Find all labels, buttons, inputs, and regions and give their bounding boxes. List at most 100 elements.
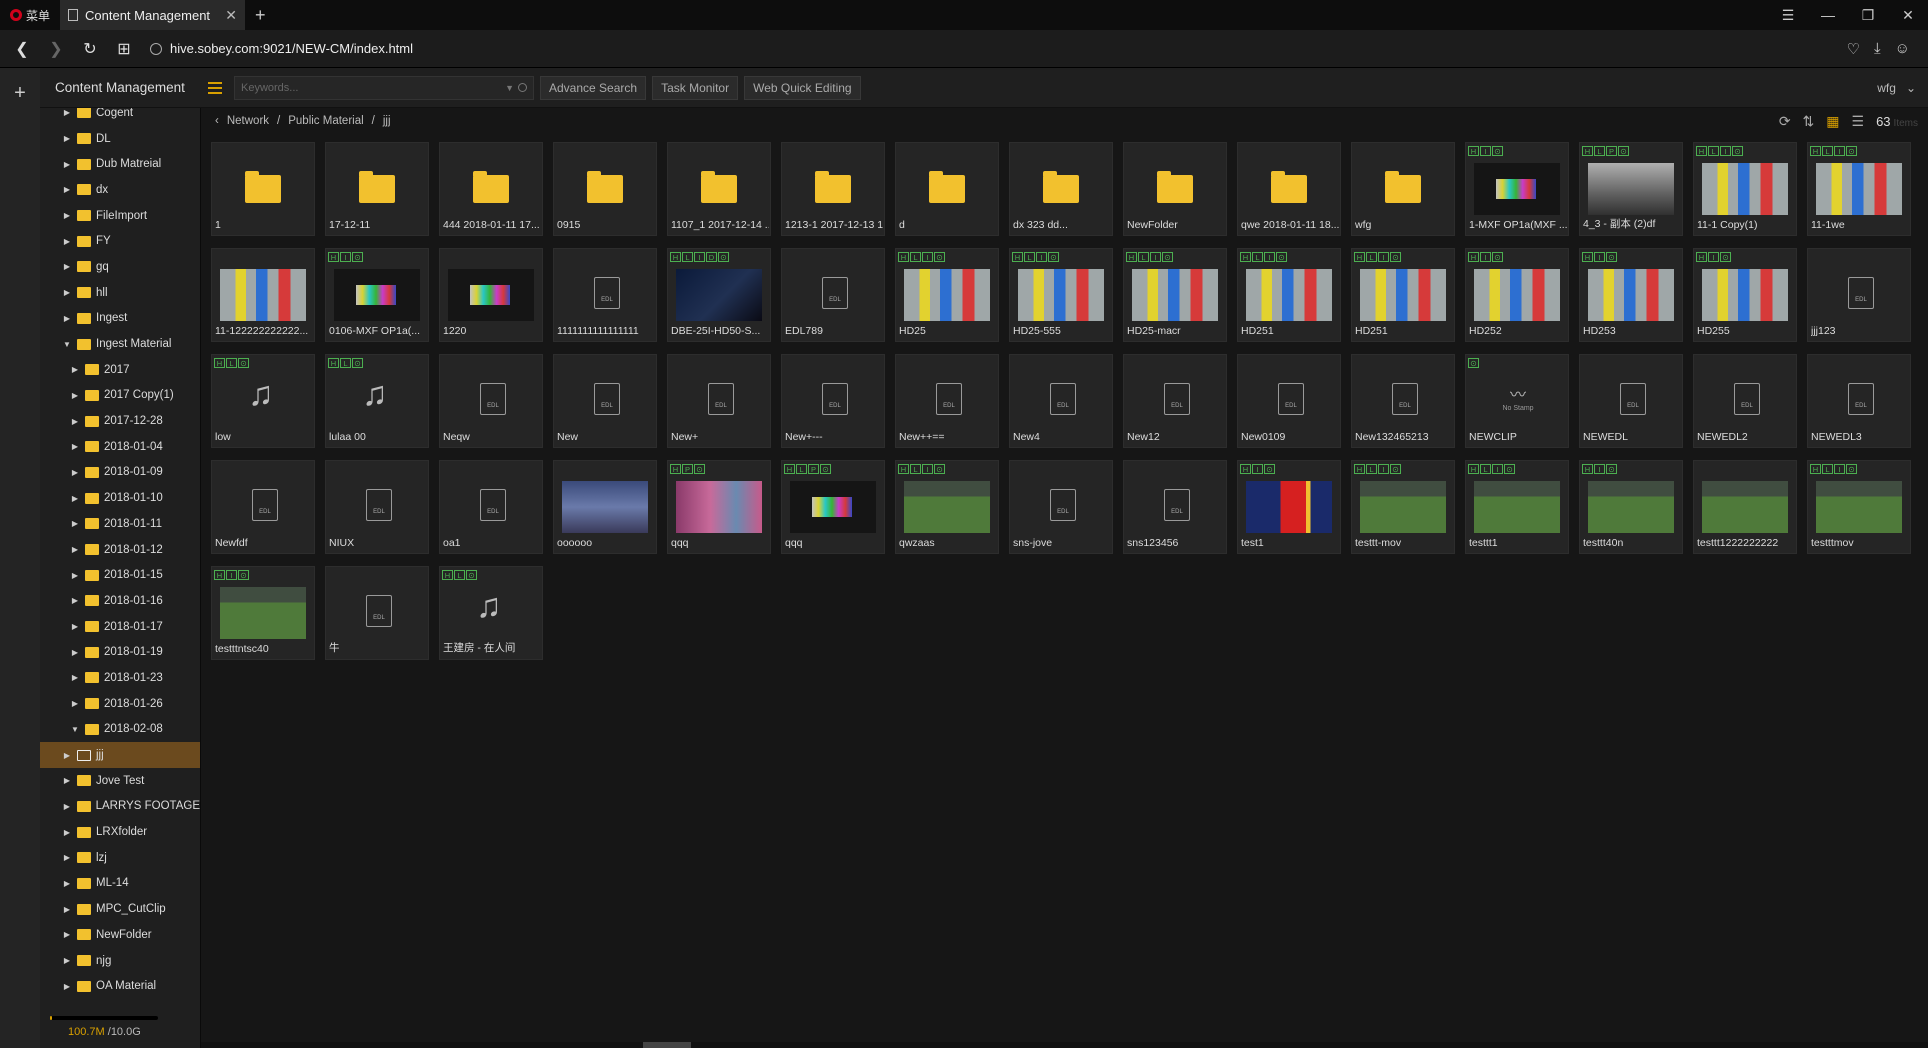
tree-node[interactable]: ▶ 2018-01-26 [40,691,200,717]
asset-card[interactable]: H I ⊙ test1 [1237,460,1341,554]
forward-button[interactable]: ❯ [42,35,70,63]
asset-card[interactable]: H L I ⊙ HD25 [895,248,999,342]
asset-card[interactable]: 0915 [553,142,657,236]
caret-right-icon[interactable]: ▶ [62,314,72,323]
close-tab-icon[interactable]: ✕ [225,7,237,24]
tree-node[interactable]: ▶ 2017 [40,357,200,383]
caret-right-icon[interactable]: ▶ [62,262,72,271]
asset-card[interactable]: EDL 牛 [325,566,429,660]
reload-button[interactable]: ↻ [76,35,104,63]
asset-card[interactable]: H L P ⊙ qqq [781,460,885,554]
caret-right-icon[interactable]: ▶ [62,288,72,297]
caret-right-icon[interactable]: ▶ [62,802,72,811]
asset-card[interactable]: EDL New4 [1009,354,1113,448]
asset-card[interactable]: 1213-1 2017-12-13 1... [781,142,885,236]
caret-right-icon[interactable]: ▶ [70,519,80,528]
tree-node[interactable]: ▶ 2018-01-15 [40,562,200,588]
asset-card[interactable]: H L I ⊙ HD25-555 [1009,248,1113,342]
asset-card[interactable]: H L I ⊙ 11-1 Copy(1) [1693,142,1797,236]
caret-right-icon[interactable]: ▶ [62,905,72,914]
asset-card[interactable]: H L I ⊙ 11-1we [1807,142,1911,236]
caret-right-icon[interactable]: ▶ [62,211,72,220]
asset-card[interactable]: 444 2018-01-11 17... [439,142,543,236]
breadcrumb-public-material[interactable]: Public Material [288,115,363,127]
asset-card[interactable]: EDL New [553,354,657,448]
tree-node[interactable]: ▶ 2018-01-23 [40,665,200,691]
asset-card[interactable]: oooooo [553,460,657,554]
asset-card[interactable]: H L I ⊙ testttmov [1807,460,1911,554]
caret-right-icon[interactable]: ▶ [70,365,80,374]
caret-down-icon[interactable]: ▼ [62,340,72,349]
minimize-button[interactable]: — [1808,0,1848,30]
asset-card[interactable]: H L I ⊙ HD251 [1237,248,1341,342]
asset-card[interactable]: H L I ⊙ qwzaas [895,460,999,554]
tree-node[interactable]: ▶ lzj [40,845,200,871]
horizontal-scrollbar[interactable] [201,1042,1928,1048]
caret-right-icon[interactable]: ▶ [62,776,72,785]
asset-card[interactable]: EDL sns123456 [1123,460,1227,554]
asset-card[interactable]: d [895,142,999,236]
asset-card[interactable]: EDL NEWEDL3 [1807,354,1911,448]
caret-right-icon[interactable]: ▶ [70,699,80,708]
asset-card[interactable]: H L P ⊙ 4_3 - 副本 (2)df [1579,142,1683,236]
tree-node[interactable]: ▶ Jove Test [40,768,200,794]
caret-down-icon[interactable]: ▼ [70,725,80,734]
asset-card[interactable]: H I ⊙ testttntsc40 [211,566,315,660]
caret-right-icon[interactable]: ▶ [62,853,72,862]
asset-card[interactable]: EDL NEWEDL [1579,354,1683,448]
caret-right-icon[interactable]: ▶ [62,160,72,169]
tree-node[interactable]: ▶ 2018-01-10 [40,485,200,511]
tree-node[interactable]: ▶ 2018-01-11 [40,511,200,537]
close-window-button[interactable]: ✕ [1888,0,1928,30]
tree-node[interactable]: ▶ FY [40,228,200,254]
account-icon[interactable]: ☺ [1895,40,1910,58]
advance-search-button[interactable]: Advance Search [540,75,647,100]
chevron-down-icon[interactable]: ▼ [505,83,514,93]
download-icon[interactable]: ⤓ [1874,40,1881,58]
caret-right-icon[interactable]: ▶ [70,468,80,477]
asset-card[interactable]: H L I ⊙ HD251 [1351,248,1455,342]
add-panel-icon[interactable]: + [0,82,40,105]
asset-card[interactable]: dx 323 dd... [1009,142,1113,236]
list-view-icon[interactable]: ☰ [1852,113,1865,130]
asset-card[interactable]: H L I ⊙ testtt-mov [1351,460,1455,554]
asset-card[interactable]: EDL New12 [1123,354,1227,448]
tree-node[interactable]: ▶ 2018-01-04 [40,434,200,460]
restore-button[interactable]: ❐ [1848,0,1888,30]
asset-card[interactable]: H I ⊙ testtt40n [1579,460,1683,554]
tree-node[interactable]: ▶ 2017-12-28 [40,408,200,434]
search-input[interactable]: Keywords... ▼ [234,75,534,100]
asset-card[interactable]: EDL Newfdf [211,460,315,554]
tree-node[interactable]: ▶ LARRYS FOOTAGE [40,794,200,820]
back-button[interactable]: ❮ [8,35,36,63]
tree-node[interactable]: ▶ DL [40,126,200,152]
tree-node[interactable]: ▶ 2018-01-12 [40,537,200,563]
asset-card[interactable]: H I ⊙ HD253 [1579,248,1683,342]
caret-right-icon[interactable]: ▶ [62,134,72,143]
tree-node[interactable]: ▶ ML-14 [40,871,200,897]
sort-icon[interactable]: ⇅ [1803,113,1815,130]
tree-node[interactable]: ▶ gq [40,254,200,280]
asset-card[interactable]: testtt1222222222 [1693,460,1797,554]
tree-node[interactable]: ▶ 2018-01-09 [40,460,200,486]
caret-right-icon[interactable]: ▶ [62,108,72,117]
tree-node[interactable]: ▶ 2018-01-16 [40,588,200,614]
tree-node[interactable]: ▶ MPC_CutClip [40,896,200,922]
asset-card[interactable]: H L ⊙ ♫ lulaa 00 [325,354,429,448]
asset-card[interactable]: qwe 2018-01-11 18... [1237,142,1341,236]
asset-card[interactable]: H I ⊙ 0106-MXF OP1a(... [325,248,429,342]
tree-node[interactable]: ▶ hll [40,280,200,306]
asset-card[interactable]: EDL 1111111111111111 [553,248,657,342]
caret-right-icon[interactable]: ▶ [62,956,72,965]
caret-right-icon[interactable]: ▶ [70,417,80,426]
asset-card[interactable]: EDL jjj123 [1807,248,1911,342]
caret-right-icon[interactable]: ▶ [62,185,72,194]
asset-card[interactable]: EDL New0109 [1237,354,1341,448]
browser-menu-button[interactable]: 菜单 [0,0,60,30]
tree-node[interactable]: ▶ LRXfolder [40,819,200,845]
caret-right-icon[interactable]: ▶ [70,442,80,451]
grid-view-icon[interactable]: ▦ [1826,113,1839,130]
asset-card[interactable]: H L ⊙ ♫ 王建房 - 在人间 [439,566,543,660]
asset-card[interactable]: H P ⊙ qqq [667,460,771,554]
tree-node[interactable]: ▼ Ingest Material [40,331,200,357]
